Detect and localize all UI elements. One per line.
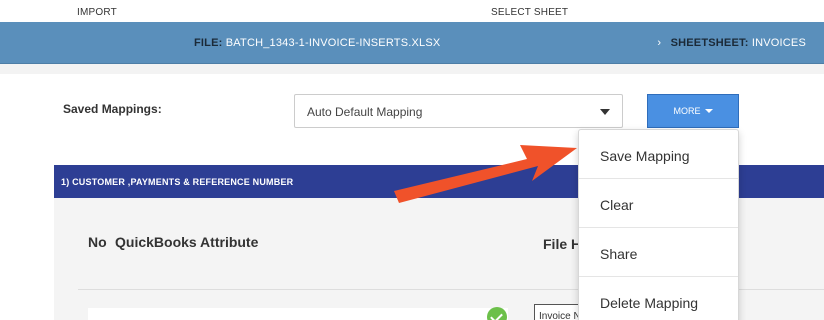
file-prefix: FILE: (194, 37, 223, 49)
sheet-prefix: SHEETSHEET: (670, 37, 749, 49)
file-name: BATCH_1343-1-INVOICE-INSERTS.XLSX (225, 37, 441, 49)
step-import[interactable]: IMPORT (77, 7, 117, 18)
section-title: 1) CUSTOMER ,PAYMENTS & REFERENCE NUMBER (61, 177, 294, 187)
menu-item-delete-mapping[interactable]: Delete Mapping (579, 277, 738, 320)
chevron-right-icon: › (657, 37, 662, 49)
caret-down-icon (704, 109, 713, 113)
sheet-info: › SHEETSHEET: INVOICES (657, 37, 806, 49)
caret-down-icon (600, 109, 610, 115)
step-select-sheet[interactable]: SELECT SHEET (491, 7, 568, 18)
more-button[interactable]: MORE (647, 94, 739, 128)
menu-item-share[interactable]: Share (579, 228, 738, 277)
menu-item-save-mapping[interactable]: Save Mapping (579, 130, 738, 179)
column-header-file: File H (543, 236, 582, 252)
saved-mappings-select[interactable]: Auto Default Mapping (294, 94, 623, 128)
saved-mappings-label: Saved Mappings: (63, 102, 162, 116)
more-dropdown-menu: Save Mapping Clear Share Delete Mapping (578, 129, 739, 320)
column-header-no: No (88, 234, 107, 250)
menu-item-clear[interactable]: Clear (579, 179, 738, 228)
divider (0, 64, 824, 74)
table-row (88, 308, 508, 320)
check-circle-icon (487, 307, 507, 320)
file-info: FILE: BATCH_1343-1-INVOICE-INSERTS.XLSX (194, 37, 440, 49)
step-header: IMPORT SELECT SHEET (0, 0, 824, 22)
saved-mappings-value: Auto Default Mapping (307, 105, 423, 119)
column-header-attribute: QuickBooks Attribute (115, 234, 259, 250)
sheet-name: INVOICES (751, 37, 806, 49)
more-button-label: MORE (673, 106, 701, 116)
mapping-page: IMPORT SELECT SHEET FILE: BATCH_1343-1-I… (0, 0, 824, 320)
file-info-bar: FILE: BATCH_1343-1-INVOICE-INSERTS.XLSX … (0, 22, 824, 64)
